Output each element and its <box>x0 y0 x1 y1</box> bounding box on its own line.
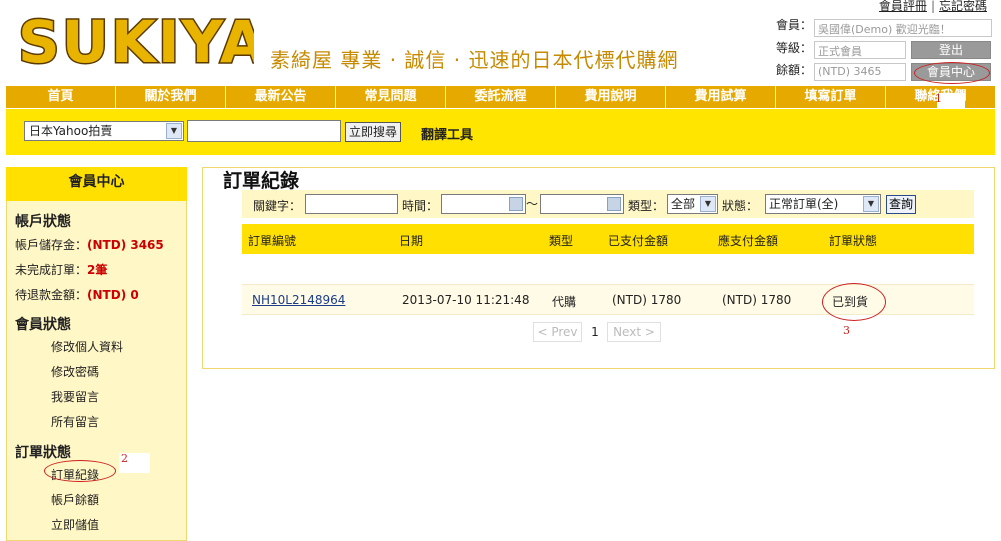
col-date: 日期 <box>399 234 424 248</box>
type-select[interactable]: 全部 ▼ <box>667 194 718 214</box>
refund-line: 待退款金額：(NTD) 0 <box>15 286 139 303</box>
page-title: 訂單紀錄 <box>223 170 300 192</box>
col-type: 類型 <box>549 234 574 248</box>
balance-field: (NTD) 3465 <box>814 63 906 81</box>
annotation-oval-2 <box>44 460 116 482</box>
type-label: 類型： <box>628 199 665 213</box>
register-link[interactable]: 會員評冊 <box>879 0 927 13</box>
annotation-label-2: 2 <box>121 452 128 465</box>
keyword-label: 關鍵字： <box>253 199 302 213</box>
member-status-heading: 會員狀態 <box>15 317 71 333</box>
deposit-line: 帳戶儲存金：(NTD) 3465 <box>15 236 164 253</box>
annotation-label-3: 3 <box>843 324 850 337</box>
refund-label: 待退款金額： <box>15 288 88 302</box>
col-paid: 已支付金額 <box>608 234 669 248</box>
translate-tool-link[interactable]: 翻譯工具 <box>421 124 473 143</box>
pagination-next[interactable]: Next > <box>607 322 661 342</box>
query-button[interactable]: 查詢 <box>886 195 916 214</box>
col-order-no: 訂單編號 <box>248 234 297 248</box>
nav-fees[interactable]: 費用說明 <box>556 86 666 108</box>
sidebar-link-all-messages[interactable]: 所有留言 <box>51 413 99 430</box>
nav-news[interactable]: 最新公告 <box>226 86 336 108</box>
order-number-link[interactable]: NH10L2148964 <box>252 293 345 307</box>
nav-faq[interactable]: 常見問題 <box>336 86 446 108</box>
pending-orders-line: 未完成訂單：2筆 <box>15 261 107 278</box>
pagination-prev[interactable]: < Prev <box>533 322 582 342</box>
chevron-down-icon: ▼ <box>700 196 716 212</box>
annotation-oval-1 <box>914 62 990 84</box>
order-status-heading: 訂單狀態 <box>15 445 71 461</box>
forgot-password-link[interactable]: 忘記密碼 <box>939 0 987 13</box>
annotation-label-1: 1 <box>935 92 942 105</box>
nav-home[interactable]: 首頁 <box>6 86 116 108</box>
refund-value: (NTD) 0 <box>87 288 139 302</box>
nav-calculator[interactable]: 費用試算 <box>666 86 776 108</box>
logout-button[interactable]: 登出 <box>911 41 991 59</box>
sukiya-logo[interactable]: SUKIYA <box>14 6 255 77</box>
col-status: 訂單狀態 <box>829 234 878 248</box>
order-type-cell: 代購 <box>552 295 577 309</box>
sidebar-link-change-password[interactable]: 修改密碼 <box>51 363 99 380</box>
search-input[interactable] <box>187 120 341 142</box>
annotation-oval-3 <box>822 283 886 321</box>
nav-process[interactable]: 委託流程 <box>446 86 556 108</box>
keyword-input[interactable] <box>305 194 398 214</box>
pending-orders-label: 未完成訂單： <box>15 263 88 277</box>
search-button[interactable]: 立即搜尋 <box>345 122 401 142</box>
chevron-down-icon: ▼ <box>166 123 182 139</box>
sidebar-link-leave-message[interactable]: 我要留言 <box>51 388 99 405</box>
pending-orders-value: 2筆 <box>87 263 108 277</box>
logo-text: SUKIYA <box>18 8 254 76</box>
type-select-value: 全部 <box>671 197 696 211</box>
calendar-icon[interactable] <box>607 197 621 211</box>
status-label: 狀態： <box>722 199 759 213</box>
account-status-heading: 帳戶狀態 <box>15 214 71 230</box>
sidebar-link-account-balance[interactable]: 帳戶餘額 <box>51 491 99 508</box>
end-date-input[interactable] <box>540 194 624 214</box>
sidebar-title: 會員中心 <box>6 167 187 201</box>
chevron-down-icon: ▼ <box>863 196 879 212</box>
start-date-input[interactable] <box>441 194 526 214</box>
level-field: 正式會員 <box>814 41 906 59</box>
top-links: 會員評冊 | 忘記密碼 <box>878 0 987 13</box>
col-due: 應支付金額 <box>718 234 779 248</box>
balance-label: 餘額： <box>776 63 813 77</box>
sidebar-link-top-up[interactable]: 立即儲值 <box>51 516 99 533</box>
order-due-cell: (NTD) 1780 <box>722 293 792 307</box>
nav-about[interactable]: 關於我們 <box>116 86 226 108</box>
member-name-field: 吳國偉(Demo) 歡迎光臨！ <box>814 19 992 37</box>
auction-site-select[interactable]: 日本Yahoo拍賣 ▼ <box>24 121 184 141</box>
sidebar-link-edit-profile[interactable]: 修改個人資料 <box>51 338 123 355</box>
calendar-icon[interactable] <box>509 197 523 211</box>
order-paid-cell: (NTD) 1780 <box>612 293 682 307</box>
status-select-value: 正常訂單(全) <box>769 197 839 211</box>
site-tagline: 素綺屋 專業 · 誠信 · 迅速的日本代標代購網 <box>270 48 679 72</box>
time-label: 時間： <box>402 199 439 213</box>
date-range-tilde: ～ <box>526 197 539 211</box>
deposit-label: 帳戶儲存金： <box>15 238 88 252</box>
level-label: 等級： <box>776 41 813 55</box>
nav-order-form[interactable]: 填寫訂單 <box>776 86 886 108</box>
order-number-cell: NH10L2148964 <box>252 293 345 307</box>
member-label: 會員： <box>776 18 813 32</box>
order-date-cell: 2013-07-10 11:21:48 <box>402 293 530 307</box>
auction-site-value: 日本Yahoo拍賣 <box>29 124 113 138</box>
pagination-current-page[interactable]: 1 <box>587 322 603 342</box>
main-nav: 首頁 關於我們 最新公告 常見問題 委託流程 費用說明 費用試算 填寫訂單 聯絡… <box>6 86 995 108</box>
status-select[interactable]: 正常訂單(全) ▼ <box>765 194 881 214</box>
deposit-value: (NTD) 3465 <box>87 238 164 252</box>
